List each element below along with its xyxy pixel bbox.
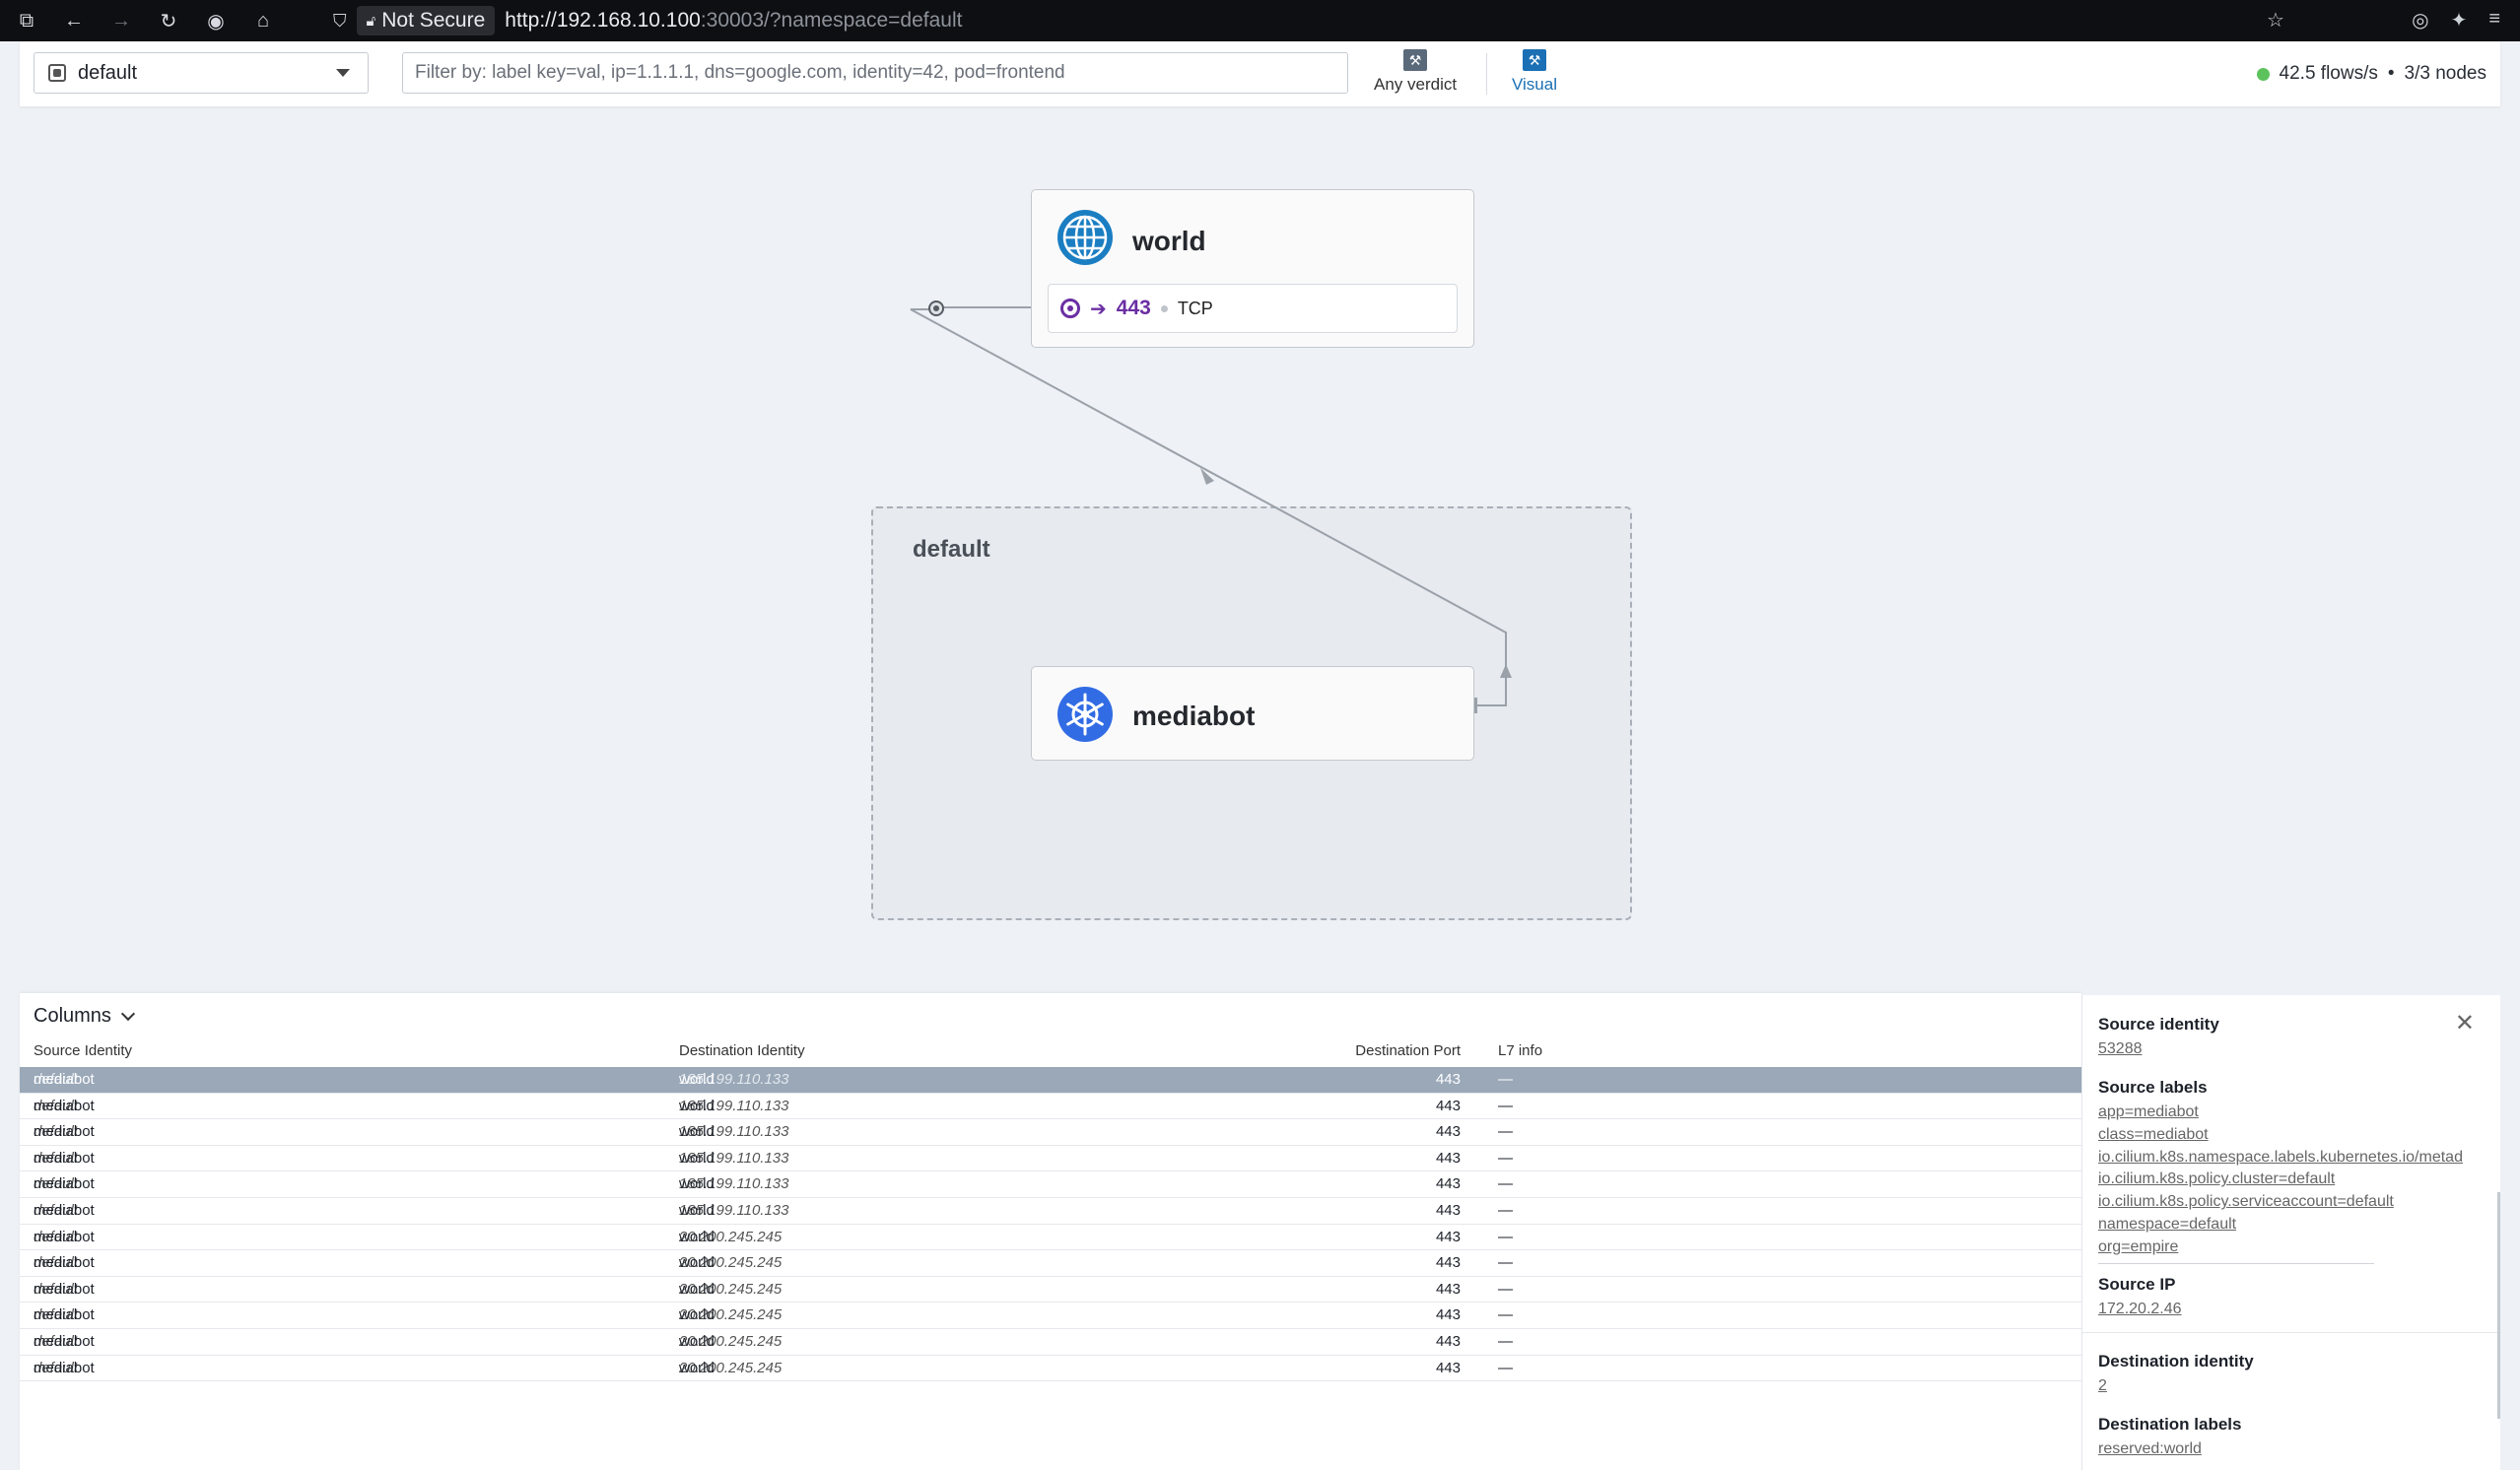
filter-input[interactable] xyxy=(402,52,1348,94)
target-icon xyxy=(1060,299,1080,318)
header-l7-info: L7 info xyxy=(1498,1042,1543,1059)
world-node[interactable]: world ➔ 443 TCP xyxy=(1031,189,1474,348)
url-text[interactable]: http://192.168.10.100:30003/?namespace=d… xyxy=(505,9,962,33)
status-dot-icon xyxy=(2256,67,2270,81)
arrow-right-icon: ➔ xyxy=(1090,298,1107,320)
source-label[interactable]: io.cilium.k8s.policy.cluster=default xyxy=(2098,1169,2492,1191)
menu-icon[interactable]: ≡ xyxy=(2488,8,2500,33)
mediabot-title: mediabot xyxy=(1132,701,1256,731)
table-row[interactable]: mediabot default world 185.199.110.133 443… xyxy=(20,1119,2081,1146)
bookmark-star-icon[interactable]: ☆ xyxy=(2267,8,2284,33)
table-row[interactable]: mediabot default world 20.200.245.245 443— xyxy=(20,1303,2081,1329)
address-bar[interactable]: ⛉ 🔓︎ Not Secure http://192.168.10.100:30… xyxy=(333,4,962,37)
cluster-status: 42.5 flows/s • 3/3 nodes xyxy=(2256,63,2486,85)
nodes-count: 3/3 nodes xyxy=(2404,63,2486,84)
chevron-down-icon xyxy=(120,1006,135,1022)
shield-icon[interactable]: ⛉ xyxy=(333,11,347,32)
top-toolbar: default ⚒ Any verdict ⚒ Visual 42.5 flow… xyxy=(20,41,2500,106)
verdict-icon: ⚒ xyxy=(1403,49,1428,71)
flow-details-panel: ✕ Source identity 53288 Source labels ap… xyxy=(2081,995,2501,1470)
source-label[interactable]: io.cilium.k8s.namespace.labels.kubernete… xyxy=(2098,1147,2492,1169)
service-map[interactable]: default world ➔ 443 TCP mediabot xyxy=(0,106,2520,993)
edge-connector-dot xyxy=(933,305,939,311)
lock-icon: 🔓︎ xyxy=(366,12,376,30)
separator-dot xyxy=(1160,304,1168,312)
header-destination-identity: Destination Identity xyxy=(679,1042,805,1059)
extensions-icon[interactable]: ✦ xyxy=(2451,8,2468,33)
flow-edge xyxy=(910,308,1507,706)
destination-label[interactable]: reserved:world xyxy=(2098,1438,2492,1461)
forward-icon[interactable]: → xyxy=(110,10,132,33)
table-row[interactable]: mediabot default world 20.200.245.245 443— xyxy=(20,1250,2081,1277)
edge-arrow-up xyxy=(1500,664,1512,678)
source-label[interactable]: org=empire xyxy=(2098,1236,2492,1259)
table-row[interactable]: mediabot default world 185.199.110.133 443… xyxy=(20,1094,2081,1120)
header-destination-port: Destination Port xyxy=(1355,1042,1461,1059)
panel-scrollbar[interactable] xyxy=(2497,1192,2500,1419)
verdict-button[interactable]: ⚒ Any verdict xyxy=(1374,49,1457,95)
account-icon[interactable]: ◎ xyxy=(2412,8,2428,33)
mediabot-node[interactable]: mediabot xyxy=(1031,666,1474,761)
kubernetes-icon xyxy=(1057,687,1113,742)
source-identity-value[interactable]: 53288 xyxy=(2098,1038,2492,1061)
destination-identity-section: Destination identity 2 xyxy=(2098,1352,2492,1398)
source-label[interactable]: io.cilium.k8s.policy.serviceaccount=defa… xyxy=(2098,1191,2492,1214)
flows-table: Columns Source Identity Destination Iden… xyxy=(20,993,2081,1470)
separator-dot: • xyxy=(2387,63,2395,84)
visual-button[interactable]: ⚒ Visual xyxy=(1512,49,1557,95)
columns-button[interactable]: Columns xyxy=(34,1005,135,1028)
source-labels-section: Source labels app=mediabot class=mediabo… xyxy=(2098,1078,2492,1259)
home-icon[interactable]: ⌂ xyxy=(252,10,274,33)
source-label[interactable]: app=mediabot xyxy=(2098,1102,2492,1124)
table-row[interactable]: mediabot default world 185.199.110.133 443… xyxy=(20,1146,2081,1172)
table-body: mediabot default world 185.199.110.133 443… xyxy=(20,1067,2081,1382)
source-ip-section: Source IP 172.20.2.46 xyxy=(2098,1275,2492,1321)
browser-actions: ◎ ✦ ≡ xyxy=(2412,8,2500,33)
source-ip-value[interactable]: 172.20.2.46 xyxy=(2098,1299,2492,1321)
table-row[interactable]: mediabot default world 185.199.110.133 443… xyxy=(20,1198,2081,1225)
not-secure-badge[interactable]: 🔓︎ Not Secure xyxy=(356,6,496,35)
source-label[interactable]: namespace=default xyxy=(2098,1214,2492,1236)
header-source-identity: Source Identity xyxy=(34,1042,133,1059)
port-number: 443 xyxy=(1116,297,1151,319)
destination-labels-section: Destination labels reserved:world xyxy=(2098,1415,2492,1461)
back-icon[interactable]: ← xyxy=(63,10,85,33)
sidebar-toggle-icon[interactable]: ⧉ xyxy=(16,10,37,33)
caret-down-icon xyxy=(336,69,350,77)
visual-icon: ⚒ xyxy=(1523,49,1546,71)
labels-divider xyxy=(2098,1263,2374,1264)
reload-icon[interactable]: ↻ xyxy=(158,9,179,33)
browser-nav: ⧉ ← → ↻ ◉ ⌂ xyxy=(0,9,274,33)
world-port-row[interactable]: ➔ 443 TCP xyxy=(1048,284,1458,333)
source-identity-section: Source identity 53288 xyxy=(2098,1015,2492,1061)
browser-chrome: ⧉ ← → ↻ ◉ ⌂ ⛉ 🔓︎ Not Secure http://192.1… xyxy=(0,0,2520,41)
section-divider xyxy=(2082,1332,2501,1333)
table-row[interactable]: mediabot default world 20.200.245.245 443— xyxy=(20,1329,2081,1356)
table-row[interactable]: mediabot default world 185.199.110.133 443… xyxy=(20,1067,2081,1094)
table-header: Source Identity Destination Identity Des… xyxy=(20,1042,2081,1064)
destination-identity-value[interactable]: 2 xyxy=(2098,1375,2492,1398)
toolbar-divider xyxy=(1486,53,1487,95)
table-row[interactable]: mediabot default world 20.200.245.245 443— xyxy=(20,1225,2081,1251)
globe-icon xyxy=(1057,210,1113,265)
flows-rate: 42.5 flows/s xyxy=(2279,63,2378,84)
world-title: world xyxy=(1132,226,1206,256)
source-label[interactable]: class=mediabot xyxy=(2098,1124,2492,1147)
namespace-select[interactable]: default xyxy=(34,52,369,94)
protocol-label: TCP xyxy=(1177,298,1213,318)
namespace-icon xyxy=(48,64,66,82)
table-row[interactable]: mediabot default world 185.199.110.133 443… xyxy=(20,1171,2081,1198)
screenshot-icon[interactable]: ◉ xyxy=(205,9,227,33)
table-row[interactable]: mediabot default world 20.200.245.245 443— xyxy=(20,1356,2081,1382)
table-row[interactable]: mediabot default world 20.200.245.245 443— xyxy=(20,1277,2081,1303)
